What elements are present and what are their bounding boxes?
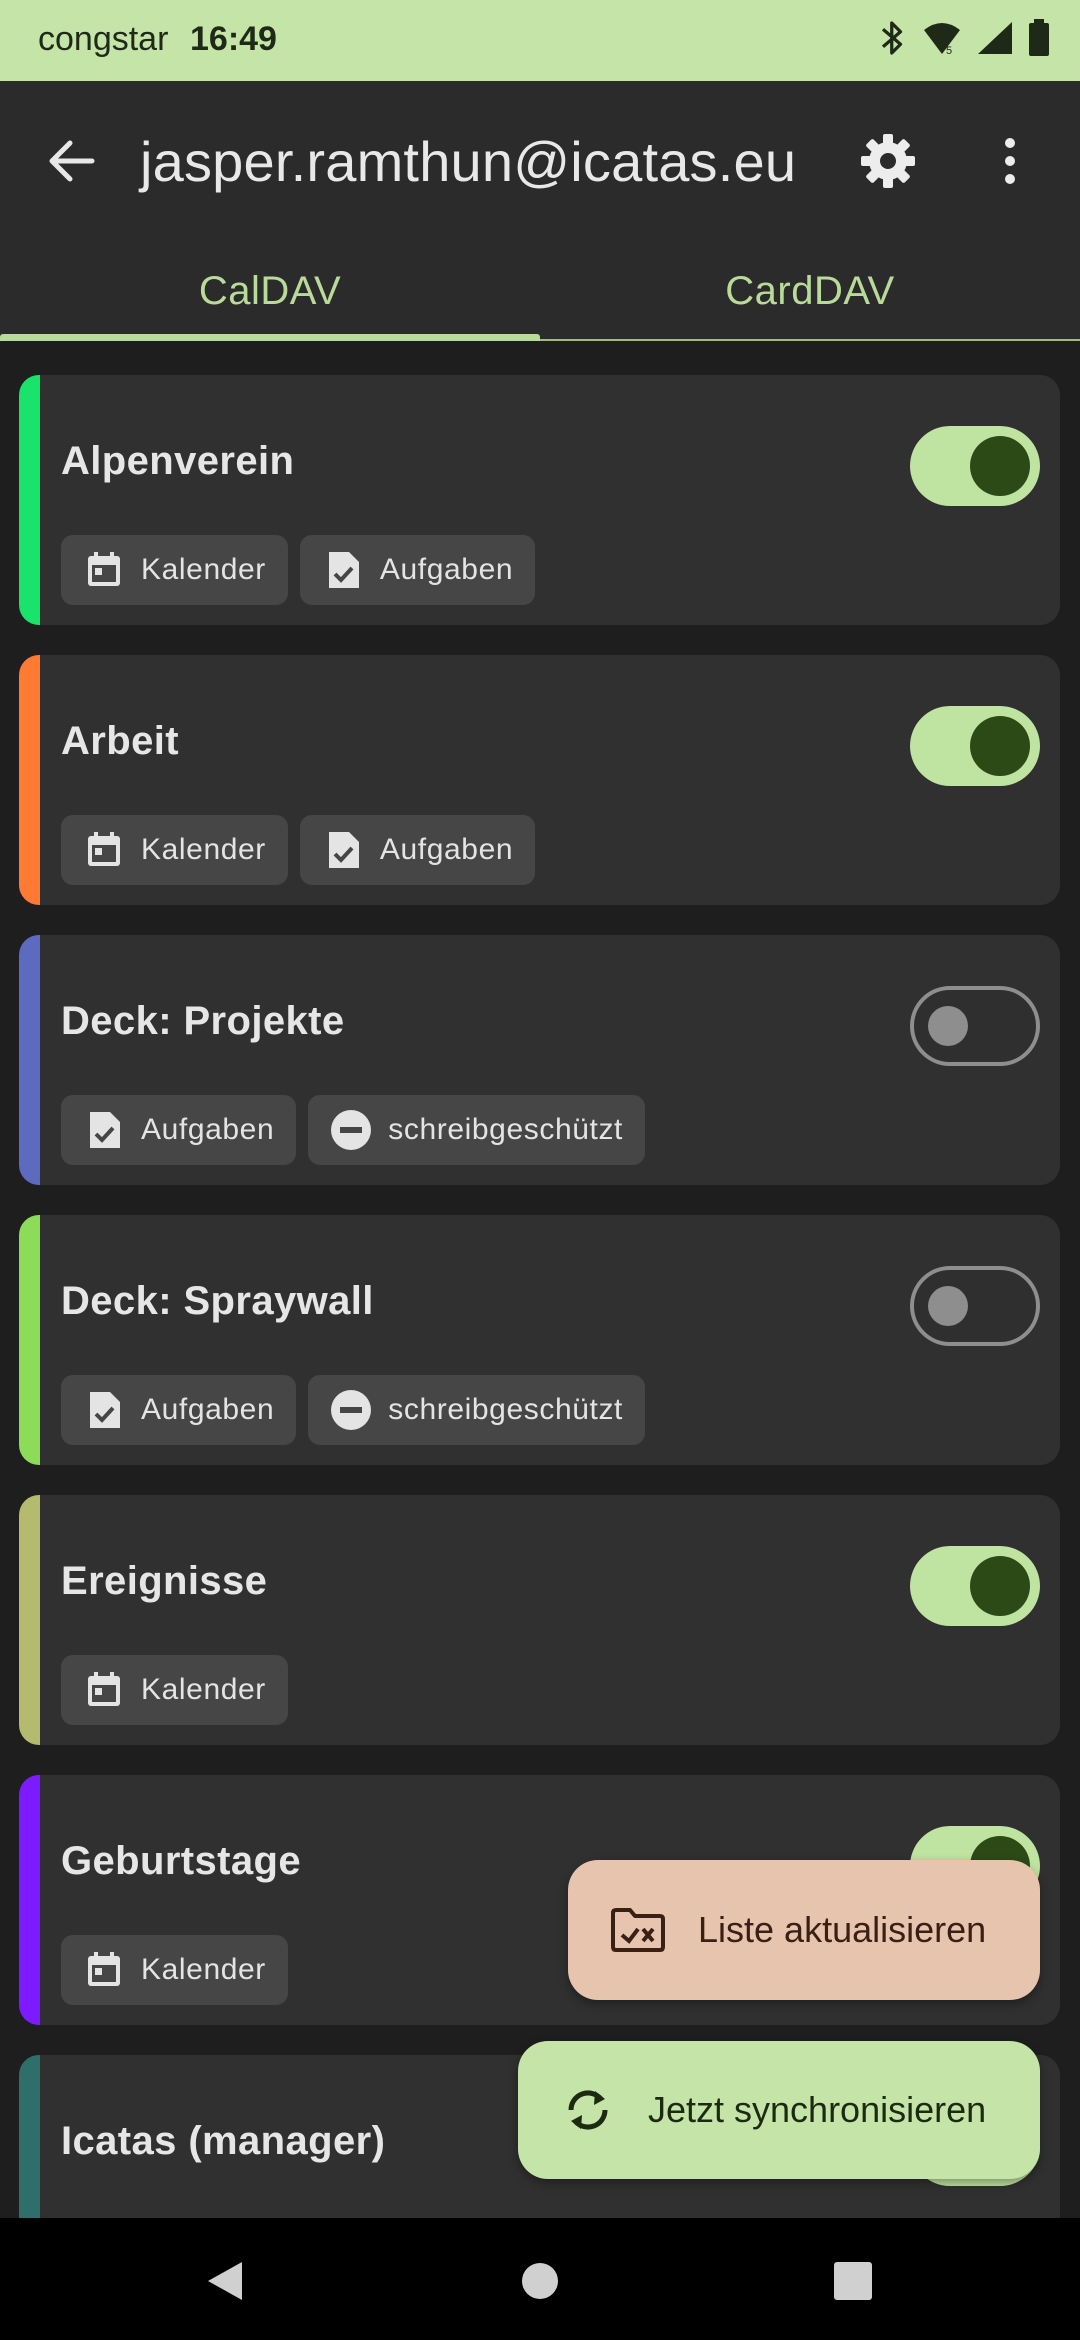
tab-bar: CalDAV CardDAV <box>0 241 1080 341</box>
chip-label: Aufgaben <box>141 1113 275 1146</box>
collection-card[interactable]: Ereignisse Kalender <box>19 1495 1060 1745</box>
tab-label: CalDAV <box>198 268 342 313</box>
tab-indicator <box>0 334 540 341</box>
sync-toggle[interactable] <box>910 1266 1040 1346</box>
toggle-knob <box>970 1556 1030 1616</box>
chip-label: schreibgeschützt <box>388 1393 623 1426</box>
calendar-icon <box>83 829 125 871</box>
collection-card[interactable]: Deck: Spraywall Aufgaben schreibgeschütz… <box>19 1215 1060 1465</box>
chip-tasks: Aufgaben <box>61 1375 297 1445</box>
arrow-back-icon[interactable] <box>40 129 104 193</box>
system-nav-bar <box>0 2218 1080 2340</box>
chip-tasks: Aufgaben <box>299 535 536 605</box>
read-only-icon <box>330 1389 372 1431</box>
chip-label: Kalender <box>141 1953 266 1986</box>
calendar-icon <box>83 1949 125 1991</box>
chip-row: Kalender <box>61 1655 288 1725</box>
chip-row: Kalender <box>61 1935 288 2005</box>
chip-tasks: Aufgaben <box>61 1095 297 1165</box>
chip-label: schreibgeschützt <box>388 1113 623 1146</box>
read-only-icon <box>330 1109 372 1151</box>
toggle-knob <box>928 1006 968 1046</box>
carrier-name: congstar <box>38 20 169 58</box>
more-vert-icon[interactable] <box>990 131 1030 191</box>
chip-read-only: schreibgeschützt <box>308 1375 645 1445</box>
nav-back-icon[interactable] <box>202 2256 252 2306</box>
collection-name: Arbeit <box>61 719 179 763</box>
chip-label: Aufgaben <box>141 1393 275 1426</box>
status-icons: 5 <box>878 18 1050 62</box>
color-stripe <box>19 935 40 1185</box>
sync-toggle[interactable] <box>910 706 1040 786</box>
svg-text:5: 5 <box>946 45 952 56</box>
sync-icon <box>558 2080 618 2140</box>
sync-now-button[interactable]: Jetzt synchronisieren <box>518 2041 1040 2179</box>
chip-row: Kalender Aufgaben <box>61 815 536 885</box>
tab-caldav[interactable]: CalDAV <box>0 241 540 341</box>
chip-calendar: Kalender <box>61 1935 288 2005</box>
chip-tasks: Aufgaben <box>299 815 536 885</box>
app-bar: jasper.ramthun@icatas.eu <box>0 81 1080 241</box>
toggle-knob <box>970 436 1030 496</box>
chip-row: Aufgaben schreibgeschützt <box>61 1095 645 1165</box>
color-stripe <box>19 2055 40 2218</box>
collection-name: Alpenverein <box>61 439 295 483</box>
battery-icon <box>1028 18 1050 62</box>
chip-calendar: Kalender <box>61 535 288 605</box>
status-bar: congstar 16:49 5 <box>0 0 1080 81</box>
calendar-icon <box>83 549 125 591</box>
tab-carddav[interactable]: CardDAV <box>540 241 1080 341</box>
chip-row: Aufgaben schreibgeschützt <box>61 1375 645 1445</box>
sync-label: Jetzt synchronisieren <box>648 2089 987 2130</box>
tab-label: CardDAV <box>725 268 895 313</box>
chip-read-only: schreibgeschützt <box>308 1095 645 1165</box>
task-icon <box>83 1109 125 1151</box>
task-icon <box>322 549 364 591</box>
chip-label: Kalender <box>141 833 266 866</box>
color-stripe <box>19 1215 40 1465</box>
color-stripe <box>19 655 40 905</box>
collection-name: Ereignisse <box>61 1559 268 1603</box>
refresh-list-button[interactable]: Liste aktualisieren <box>568 1860 1040 2000</box>
chip-label: Aufgaben <box>379 553 514 586</box>
color-stripe <box>19 1775 40 2025</box>
nav-recents-icon[interactable] <box>828 2256 878 2306</box>
sync-toggle[interactable] <box>910 986 1040 1066</box>
chip-label: Kalender <box>141 553 266 586</box>
toggle-knob <box>928 1286 968 1326</box>
chip-row: Kalender Aufgaben <box>61 535 536 605</box>
signal-icon <box>976 20 1014 61</box>
collection-card[interactable]: Alpenverein Kalender Aufgaben <box>19 375 1060 625</box>
bluetooth-icon <box>878 18 908 63</box>
wifi-icon: 5 <box>922 20 962 61</box>
gear-icon[interactable] <box>858 131 918 191</box>
chip-calendar: Kalender <box>61 815 288 885</box>
collection-name: Deck: Spraywall <box>61 1279 374 1323</box>
chip-calendar: Kalender <box>61 1655 288 1725</box>
calendar-icon <box>83 1669 125 1711</box>
collection-name: Deck: Projekte <box>61 999 345 1043</box>
sync-toggle[interactable] <box>910 1546 1040 1626</box>
collection-card[interactable]: Deck: Projekte Aufgaben schreibgeschützt <box>19 935 1060 1185</box>
clock: 16:49 <box>190 20 277 58</box>
task-icon <box>83 1389 125 1431</box>
task-icon <box>322 829 364 871</box>
color-stripe <box>19 1495 40 1745</box>
folder-sync-icon <box>608 1900 668 1960</box>
collection-name: Geburtstage <box>61 1839 302 1883</box>
sync-toggle[interactable] <box>910 426 1040 506</box>
chip-label: Kalender <box>141 1673 266 1706</box>
collection-name: Icatas (manager) <box>61 2119 386 2163</box>
chip-label: Aufgaben <box>379 833 514 866</box>
refresh-label: Liste aktualisieren <box>698 1909 987 1950</box>
account-title: jasper.ramthun@icatas.eu <box>140 130 797 193</box>
toggle-knob <box>970 716 1030 776</box>
nav-home-icon[interactable] <box>515 2256 565 2306</box>
color-stripe <box>19 375 40 625</box>
collection-card[interactable]: Arbeit Kalender Aufgaben <box>19 655 1060 905</box>
